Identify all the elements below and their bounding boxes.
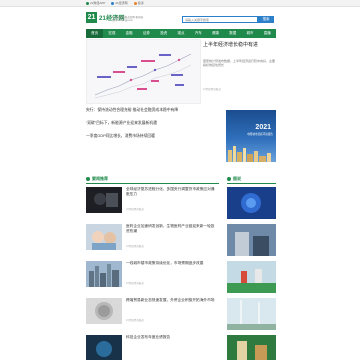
nav-item[interactable]: 观点 bbox=[172, 29, 189, 38]
nav-item[interactable]: 城市 bbox=[241, 29, 258, 38]
photo-tile[interactable] bbox=[227, 335, 276, 360]
nav-item[interactable]: 直播 bbox=[259, 29, 276, 38]
news-title: 全球经济复苏进程分化，多国央行调整货币政策应对通胀压力 bbox=[126, 187, 215, 196]
nav-item[interactable]: 汽车 bbox=[190, 29, 207, 38]
top-link-site[interactable]: 21经济网 bbox=[111, 1, 128, 5]
photo-tile[interactable] bbox=[227, 298, 276, 330]
header: 21 21经济网 21世纪经济报道官网 移动端访问m.21jingji.com … bbox=[0, 7, 360, 29]
top-link-label: 21经济网 bbox=[115, 1, 128, 5]
headline-text: “双碳”目标下，新能源产业迎来发展新机遇 bbox=[86, 121, 157, 125]
top-link-app[interactable]: 21财经APP bbox=[86, 1, 105, 5]
news-source: 21世纪经济报道 bbox=[126, 208, 144, 211]
search-button[interactable]: 搜索 bbox=[258, 16, 274, 23]
nav-item[interactable]: 投资 bbox=[155, 29, 172, 38]
top-bar: 21财经APP 21经济网 投诉 bbox=[0, 0, 360, 7]
news-title: 跨境贸易新业态快速发展，外贸企业积极开拓海外市场 bbox=[126, 298, 215, 302]
headline-item[interactable]: 一季度GDP同比增长，消费市场持续回暖 bbox=[86, 134, 220, 139]
globe-icon bbox=[111, 1, 115, 5]
section-header-photos: 图说 bbox=[227, 176, 241, 182]
nav-item[interactable]: 证券 bbox=[138, 29, 155, 38]
news-source: 21世纪经济报道 bbox=[126, 245, 144, 248]
nav-item[interactable]: 金融 bbox=[121, 29, 138, 38]
news-thumbnail bbox=[86, 187, 122, 213]
report-banner-ad[interactable]: 2021 中国城市营商环境报告 bbox=[226, 110, 276, 162]
photo-tile[interactable] bbox=[227, 224, 276, 256]
news-thumbnail bbox=[86, 261, 122, 287]
logo-subtitle: 21世纪经济报道官网 移动端访问m.21jingji.com bbox=[112, 16, 143, 22]
news-card[interactable]: 全球经济复苏进程分化，多国央行调整货币政策应对通胀压力 21世纪经济报道 bbox=[86, 187, 219, 217]
section-icon bbox=[86, 177, 90, 181]
news-source: 21世纪经济报道 bbox=[126, 319, 144, 322]
section-title: 要闻推荐 bbox=[92, 176, 108, 181]
logo-mark: 21 bbox=[86, 12, 97, 23]
headline-text: 一季度GDP同比增长，消费市场持续回暖 bbox=[86, 134, 155, 138]
section-divider bbox=[227, 183, 276, 184]
city-skyline-icon bbox=[228, 146, 271, 162]
app-icon bbox=[86, 1, 89, 5]
top-link-label: 21财经APP bbox=[90, 1, 106, 5]
news-title: 医药企业加速研发创新，生物医药产业链迎来新一轮投资热潮 bbox=[126, 224, 215, 233]
section-divider bbox=[86, 183, 219, 184]
news-card[interactable]: 跨境贸易新业态快速发展，外贸企业积极开拓海外市场 21世纪经济报道 bbox=[86, 298, 219, 328]
section-title: 图说 bbox=[233, 176, 241, 181]
news-card[interactable]: 一线城市楼市政策持续优化，市场预期逐步改善 21世纪经济报道 bbox=[86, 261, 219, 291]
headline-list: 央行：保持流动性合理充裕 推动社会融资成本稳中有降 “双碳”目标下，新能源产业迎… bbox=[86, 108, 220, 139]
section-icon bbox=[227, 177, 231, 181]
hero-infographic bbox=[87, 40, 200, 103]
hero-image[interactable] bbox=[86, 39, 201, 104]
photo-tile[interactable] bbox=[227, 187, 276, 219]
news-thumbnail bbox=[86, 224, 122, 250]
ad-subtitle: 中国城市营商环境报告 bbox=[247, 133, 273, 136]
nav-item[interactable]: 宏观 bbox=[103, 29, 120, 38]
photo-tile[interactable] bbox=[227, 261, 276, 293]
news-title: 科技企业发布年度业绩报告 bbox=[126, 335, 171, 339]
nav-item[interactable]: 数据 bbox=[224, 29, 241, 38]
section-header-news: 要闻推荐 bbox=[86, 176, 108, 182]
hero-summary: 上半年经济增长稳中有进 国家统计局发布数据，上半年经济运行稳中向好，主要指标恢复… bbox=[203, 39, 276, 104]
report-icon bbox=[133, 1, 137, 5]
top-link-label: 投诉 bbox=[137, 1, 144, 5]
hero-description: 国家统计局发布数据，上半年经济运行稳中向好，主要指标恢复性增长 bbox=[203, 59, 276, 67]
nav-item[interactable]: 健康 bbox=[207, 29, 224, 38]
top-link-complaint[interactable]: 投诉 bbox=[133, 1, 144, 5]
news-source: 21世纪经济报道 bbox=[126, 282, 144, 285]
nav-item-home[interactable]: 首页 bbox=[86, 29, 104, 38]
top-links: 21财经APP 21经济网 投诉 bbox=[86, 1, 144, 5]
news-title: 一线城市楼市政策持续优化，市场预期逐步改善 bbox=[126, 261, 204, 265]
hero-title[interactable]: 上半年经济增长稳中有进 bbox=[203, 42, 276, 49]
search-bar: 搜索 bbox=[182, 16, 274, 23]
ad-year: 2021 bbox=[255, 124, 271, 131]
headline-text: 央行：保持流动性合理充裕 推动社会融资成本稳中有降 bbox=[86, 108, 179, 112]
hero-source: 21世纪经济报道 bbox=[203, 88, 221, 91]
news-thumbnail bbox=[86, 335, 122, 360]
main-nav: 首页 宏观 金融 证券 投资 观点 汽车 健康 数据 城市 直播 bbox=[86, 29, 276, 38]
news-thumbnail bbox=[86, 298, 122, 324]
page: 21财经APP 21经济网 投诉 21 21经济网 21世纪经济报道官网 移动端… bbox=[0, 0, 360, 360]
news-card[interactable]: 科技企业发布年度业绩报告 bbox=[86, 335, 219, 360]
news-card[interactable]: 医药企业加速研发创新，生物医药产业链迎来新一轮投资热潮 21世纪经济报道 bbox=[86, 224, 219, 254]
search-input[interactable] bbox=[182, 16, 258, 23]
